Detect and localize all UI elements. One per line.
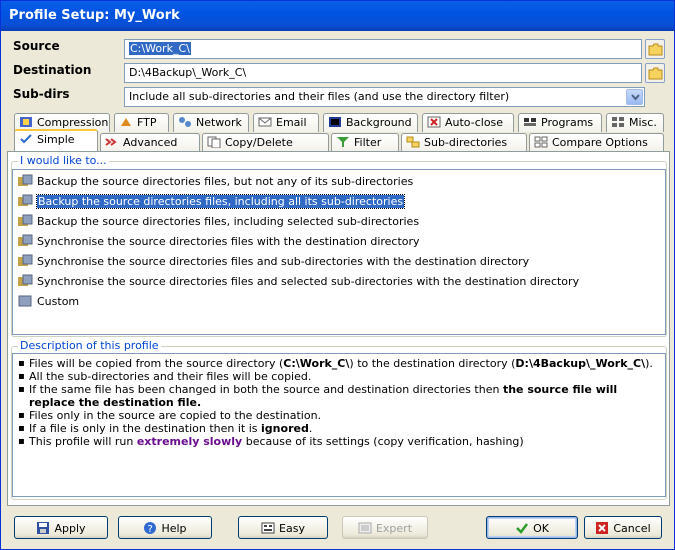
easy-button[interactable]: Easy xyxy=(238,516,328,539)
ftp-icon xyxy=(119,116,133,128)
options-list[interactable]: Backup the source directories files, but… xyxy=(12,169,666,335)
destination-label: Destination xyxy=(13,63,92,77)
list-item[interactable]: Synchronise the source directories files… xyxy=(17,232,420,250)
description-line: If a file is only in the destination the… xyxy=(18,422,661,435)
tab-background[interactable]: Background xyxy=(323,113,418,132)
description-group-title: Description of this profile xyxy=(18,339,161,352)
tab-compare-options[interactable]: Compare Options xyxy=(529,133,664,152)
sync-icon xyxy=(17,254,33,268)
backup-icon xyxy=(17,194,33,208)
tab-programs[interactable]: Programs xyxy=(518,113,602,132)
cancel-button[interactable]: Cancel xyxy=(584,516,662,539)
tab-misc[interactable]: Misc. xyxy=(606,113,664,132)
tab-email[interactable]: Email xyxy=(253,113,319,132)
options-group-title: I would like to... xyxy=(18,154,109,167)
tab-network[interactable]: Network xyxy=(173,113,249,132)
copy-delete-icon xyxy=(207,136,221,149)
save-icon xyxy=(36,521,50,535)
svg-text:?: ? xyxy=(148,524,153,535)
destination-value: D:\4Backup\_Work_C\ xyxy=(129,66,247,79)
programs-icon xyxy=(523,116,537,128)
subdirs-select[interactable]: Include all sub-directories and their fi… xyxy=(124,87,645,107)
sync-icon xyxy=(17,274,33,288)
simple-icon xyxy=(19,133,33,145)
sub-directories-icon xyxy=(406,136,420,148)
advanced-icon xyxy=(105,136,119,148)
backup-icon xyxy=(17,214,33,228)
subdirs-label: Sub-dirs xyxy=(13,87,70,101)
custom-icon xyxy=(17,294,33,308)
auto-close-icon xyxy=(427,116,441,128)
list-item[interactable]: Synchronise the source directories files… xyxy=(17,252,529,270)
list-item[interactable]: Backup the source directories files, but… xyxy=(17,172,413,190)
help-icon: ? xyxy=(143,521,157,535)
destination-input[interactable]: D:\4Backup\_Work_C\ xyxy=(124,63,642,83)
tab-panel: I would like to... Backup the source dir… xyxy=(7,151,670,506)
list-item[interactable]: Custom xyxy=(17,292,79,310)
source-value: C:\Work_C\ xyxy=(129,42,191,55)
background-icon xyxy=(328,116,342,128)
expert-button[interactable]: Expert xyxy=(342,516,428,539)
profile-setup-window: Profile Setup: My_Work Source C:\Work_C\… xyxy=(0,0,675,550)
list-item[interactable]: Synchronise the source directories files… xyxy=(17,272,579,290)
list-item[interactable]: Backup the source directories files, inc… xyxy=(17,212,419,230)
close-icon xyxy=(595,521,609,535)
check-icon xyxy=(515,521,529,535)
ok-button[interactable]: OK xyxy=(486,516,578,539)
description-line: All the sub-directories and their files … xyxy=(18,370,661,383)
title-bar[interactable]: Profile Setup: My_Work xyxy=(1,1,674,31)
folder-icon xyxy=(648,67,663,80)
description-box: Files will be copied from the source dir… xyxy=(12,353,666,497)
easy-icon xyxy=(261,521,275,535)
backup-icon xyxy=(17,174,33,188)
tab-filter[interactable]: Filter xyxy=(331,133,399,152)
source-browse-button[interactable] xyxy=(645,39,665,59)
chevron-down-icon xyxy=(631,94,640,101)
source-input[interactable]: C:\Work_C\ xyxy=(124,39,642,59)
apply-button[interactable]: Apply xyxy=(14,516,108,539)
window-title: Profile Setup: My_Work xyxy=(9,8,180,23)
description-line: If the same file has been changed in bot… xyxy=(18,383,661,409)
filter-icon xyxy=(336,136,350,148)
tab-sub-directories[interactable]: Sub-directories xyxy=(401,133,527,152)
source-label: Source xyxy=(13,39,60,53)
destination-browse-button[interactable] xyxy=(645,63,665,83)
compression-icon xyxy=(19,116,33,128)
tab-auto-close[interactable]: Auto-close xyxy=(422,113,514,132)
tab-ftp[interactable]: FTP xyxy=(114,113,169,132)
expert-icon xyxy=(358,521,372,535)
description-line: This profile will run extremely slowly b… xyxy=(18,435,661,448)
network-icon xyxy=(178,116,192,128)
tab-advanced[interactable]: Advanced xyxy=(100,133,200,152)
misc-icon xyxy=(611,116,625,128)
tab-copy-delete[interactable]: Copy/Delete xyxy=(202,133,329,152)
dropdown-arrow-button[interactable] xyxy=(626,89,643,105)
help-button[interactable]: ? Help xyxy=(118,516,212,539)
folder-icon xyxy=(648,43,663,56)
sync-icon xyxy=(17,234,33,248)
subdirs-value: Include all sub-directories and their fi… xyxy=(129,90,510,103)
description-line: Files will be copied from the source dir… xyxy=(18,357,661,370)
compare-options-icon xyxy=(534,136,548,148)
list-item[interactable]: Backup the source directories files, inc… xyxy=(17,192,406,210)
email-icon xyxy=(258,116,272,128)
tab-simple[interactable]: Simple xyxy=(14,129,98,151)
description-line: Files only in the source are copied to t… xyxy=(18,409,661,422)
